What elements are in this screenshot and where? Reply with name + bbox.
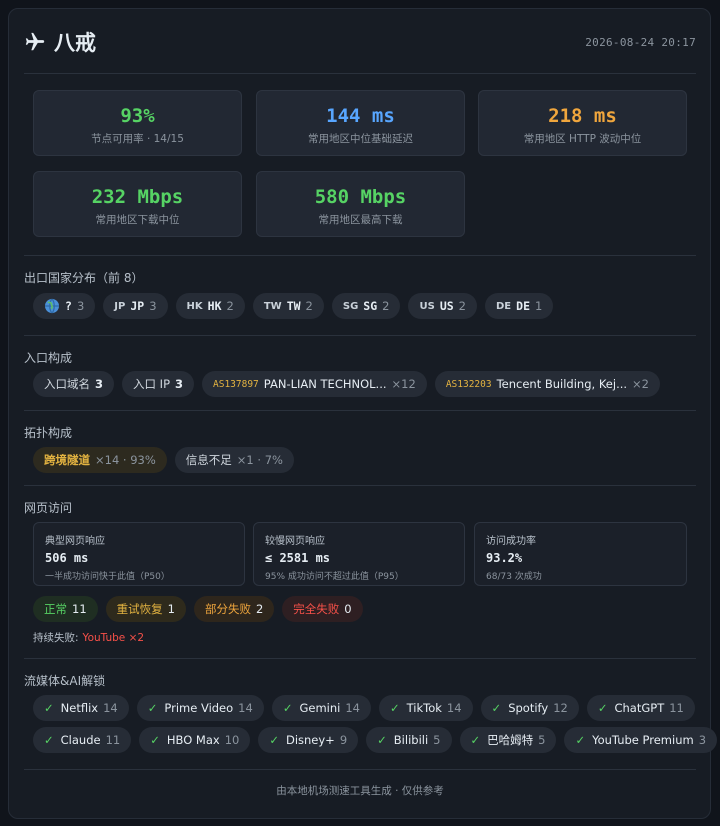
status-partial-fail: 部分失败 2 bbox=[193, 596, 275, 622]
divider bbox=[24, 73, 696, 74]
stat-card-availability: 93% 节点可用率 · 14/15 bbox=[33, 90, 242, 156]
service-disney-plus: ✓ Disney+ 9 bbox=[258, 727, 359, 753]
section-title-topology: 拓扑构成 bbox=[24, 426, 73, 440]
section-title-streaming: 流媒体&AI解锁 bbox=[24, 674, 106, 688]
check-icon: ✓ bbox=[470, 733, 481, 747]
divider bbox=[24, 485, 696, 486]
stat-label: 常用地区 HTTP 波动中位 bbox=[523, 133, 642, 145]
title-text: 八戒 bbox=[54, 31, 96, 55]
flag-sg-icon: SG bbox=[342, 300, 359, 312]
exit-country-jp: JP JP 3 bbox=[103, 293, 168, 319]
entry-asn: AS132203 Tencent Building, Kej... ×2 bbox=[434, 371, 660, 397]
check-icon: ✓ bbox=[44, 733, 54, 747]
divider bbox=[24, 255, 696, 256]
stat-value: 93% bbox=[120, 105, 155, 127]
status-retry: 重试恢复 1 bbox=[105, 596, 186, 622]
check-icon: ✓ bbox=[377, 733, 387, 747]
exit-country-us: US US 2 bbox=[408, 293, 477, 319]
service-bilibili: ✓ Bilibili 5 bbox=[366, 727, 452, 753]
streaming-list-row1: ✓ Netflix 14 ✓ Prime Video 14 ✓ Gemini 14 ✓ Tik… bbox=[33, 695, 696, 721]
flag-tw-icon: TW bbox=[263, 300, 282, 312]
divider bbox=[24, 658, 696, 659]
header: 八戒 2026-08-24 20:17 bbox=[24, 22, 696, 62]
stat-value: 144 ms bbox=[326, 105, 395, 127]
web-box-success-rate: 访问成功率 93.2% 68/73 次成功 bbox=[474, 522, 687, 586]
footer-note: 由本地机场测速工具生成 · 仅供参考 bbox=[276, 785, 444, 797]
entry-list: 入口域名 3 入口 IP 3 AS137897 PAN-LIAN TECHNOL… bbox=[33, 371, 696, 397]
service-spotify: ✓ Spotify 12 bbox=[480, 695, 579, 721]
check-icon: ✓ bbox=[147, 701, 158, 715]
check-icon: ✓ bbox=[575, 733, 586, 747]
service-chatgpt: ✓ ChatGPT 11 bbox=[586, 695, 695, 721]
flag-jp-icon: JP bbox=[114, 300, 126, 312]
check-icon: ✓ bbox=[44, 701, 54, 715]
airplane-icon bbox=[25, 32, 45, 51]
service-youtube-premium: ✓ YouTube Premium 3 bbox=[564, 727, 718, 753]
web-status-list: 正常 11 重试恢复 1 部分失败 2 完全失败 0 bbox=[33, 596, 696, 622]
timestamp: 2026-08-24 20:17 bbox=[585, 35, 696, 49]
service-tiktok: ✓ TikTok 14 bbox=[378, 695, 473, 721]
exit-country-de: DE DE 1 bbox=[485, 293, 554, 319]
topology-item-tunnel: 跨境隧道 ×14 · 93% bbox=[33, 447, 167, 473]
check-icon: ✓ bbox=[150, 733, 160, 747]
persistent-failure-note: 持续失败: YouTube ×2 bbox=[33, 632, 145, 644]
check-icon: ✓ bbox=[389, 701, 400, 715]
check-icon: ✓ bbox=[269, 733, 279, 747]
section-title-entry: 入口构成 bbox=[24, 351, 73, 365]
section-title-exit: 出口国家分布（前 8） bbox=[24, 271, 144, 285]
globe-icon bbox=[45, 298, 59, 314]
web-box-p95: 较慢网页响应 ≤ 2581 ms 95% 成功访问不超过此值（P95） bbox=[253, 522, 465, 586]
flag-hk-icon: HK bbox=[186, 300, 203, 312]
check-icon: ✓ bbox=[282, 701, 293, 715]
stat-label: 常用地区中位基础延迟 bbox=[308, 133, 413, 145]
stat-card-download-max: 580 Mbps 常用地区最高下载 bbox=[256, 171, 465, 237]
stat-value: 580 Mbps bbox=[314, 186, 407, 208]
service-prime-video: ✓ Prime Video 14 bbox=[136, 695, 264, 721]
service-claude: ✓ Claude 11 bbox=[33, 727, 132, 753]
divider bbox=[24, 769, 696, 770]
stat-label: 常用地区下载中位 bbox=[95, 214, 180, 226]
flag-de-icon: DE bbox=[496, 300, 512, 312]
streaming-list-row2: ✓ Claude 11 ✓ HBO Max 10 ✓ Disney+ 9 ✓ Bilibili… bbox=[33, 727, 718, 753]
entry-asn: AS137897 PAN-LIAN TECHNOL... ×12 bbox=[202, 371, 427, 397]
check-icon: ✓ bbox=[491, 701, 502, 715]
status-ok: 正常 11 bbox=[33, 596, 98, 622]
flag-us-icon: US bbox=[419, 300, 435, 312]
service-hbo-max: ✓ HBO Max 10 bbox=[139, 727, 251, 753]
exit-country-tw: TW TW 2 bbox=[252, 293, 324, 319]
service-netflix: ✓ Netflix 14 bbox=[33, 695, 129, 721]
status-full-fail: 完全失败 0 bbox=[282, 596, 363, 622]
stat-label: 节点可用率 · 14/15 bbox=[91, 133, 184, 145]
stat-card-latency: 144 ms 常用地区中位基础延迟 bbox=[256, 90, 465, 156]
exit-country-hk: HK HK 2 bbox=[175, 293, 245, 319]
divider bbox=[24, 335, 696, 336]
web-box-p50: 典型网页响应 506 ms 一半成功访问快于此值（P50） bbox=[33, 522, 245, 586]
stat-value: 232 Mbps bbox=[91, 186, 184, 208]
topology-item-insufficient: 信息不足 ×1 · 7% bbox=[174, 447, 294, 473]
service-gemini: ✓ Gemini 14 bbox=[271, 695, 371, 721]
divider bbox=[24, 410, 696, 411]
entry-domain-count: 入口域名 3 bbox=[33, 371, 115, 397]
stat-label: 常用地区最高下载 bbox=[318, 214, 403, 226]
section-title-web: 网页访问 bbox=[24, 501, 73, 515]
stat-value: 218 ms bbox=[548, 105, 617, 127]
exit-country-list: ? 3 JP JP 3 HK HK 2 TW TW 2 SG SG 2 US U… bbox=[33, 293, 696, 319]
entry-ip-count: 入口 IP 3 bbox=[122, 371, 195, 397]
page-title: 八戒 bbox=[24, 27, 96, 57]
exit-country-sg: SG SG 2 bbox=[331, 293, 401, 319]
check-icon: ✓ bbox=[597, 701, 608, 715]
stat-card-download-median: 232 Mbps 常用地区下载中位 bbox=[33, 171, 242, 237]
service-bahamut: ✓ 巴哈姆特 5 bbox=[459, 727, 557, 753]
stat-card-http-jitter: 218 ms 常用地区 HTTP 波动中位 bbox=[478, 90, 687, 156]
exit-country-unknown: ? 3 bbox=[33, 293, 96, 319]
topology-list: 跨境隧道 ×14 · 93% 信息不足 ×1 · 7% bbox=[33, 447, 696, 473]
